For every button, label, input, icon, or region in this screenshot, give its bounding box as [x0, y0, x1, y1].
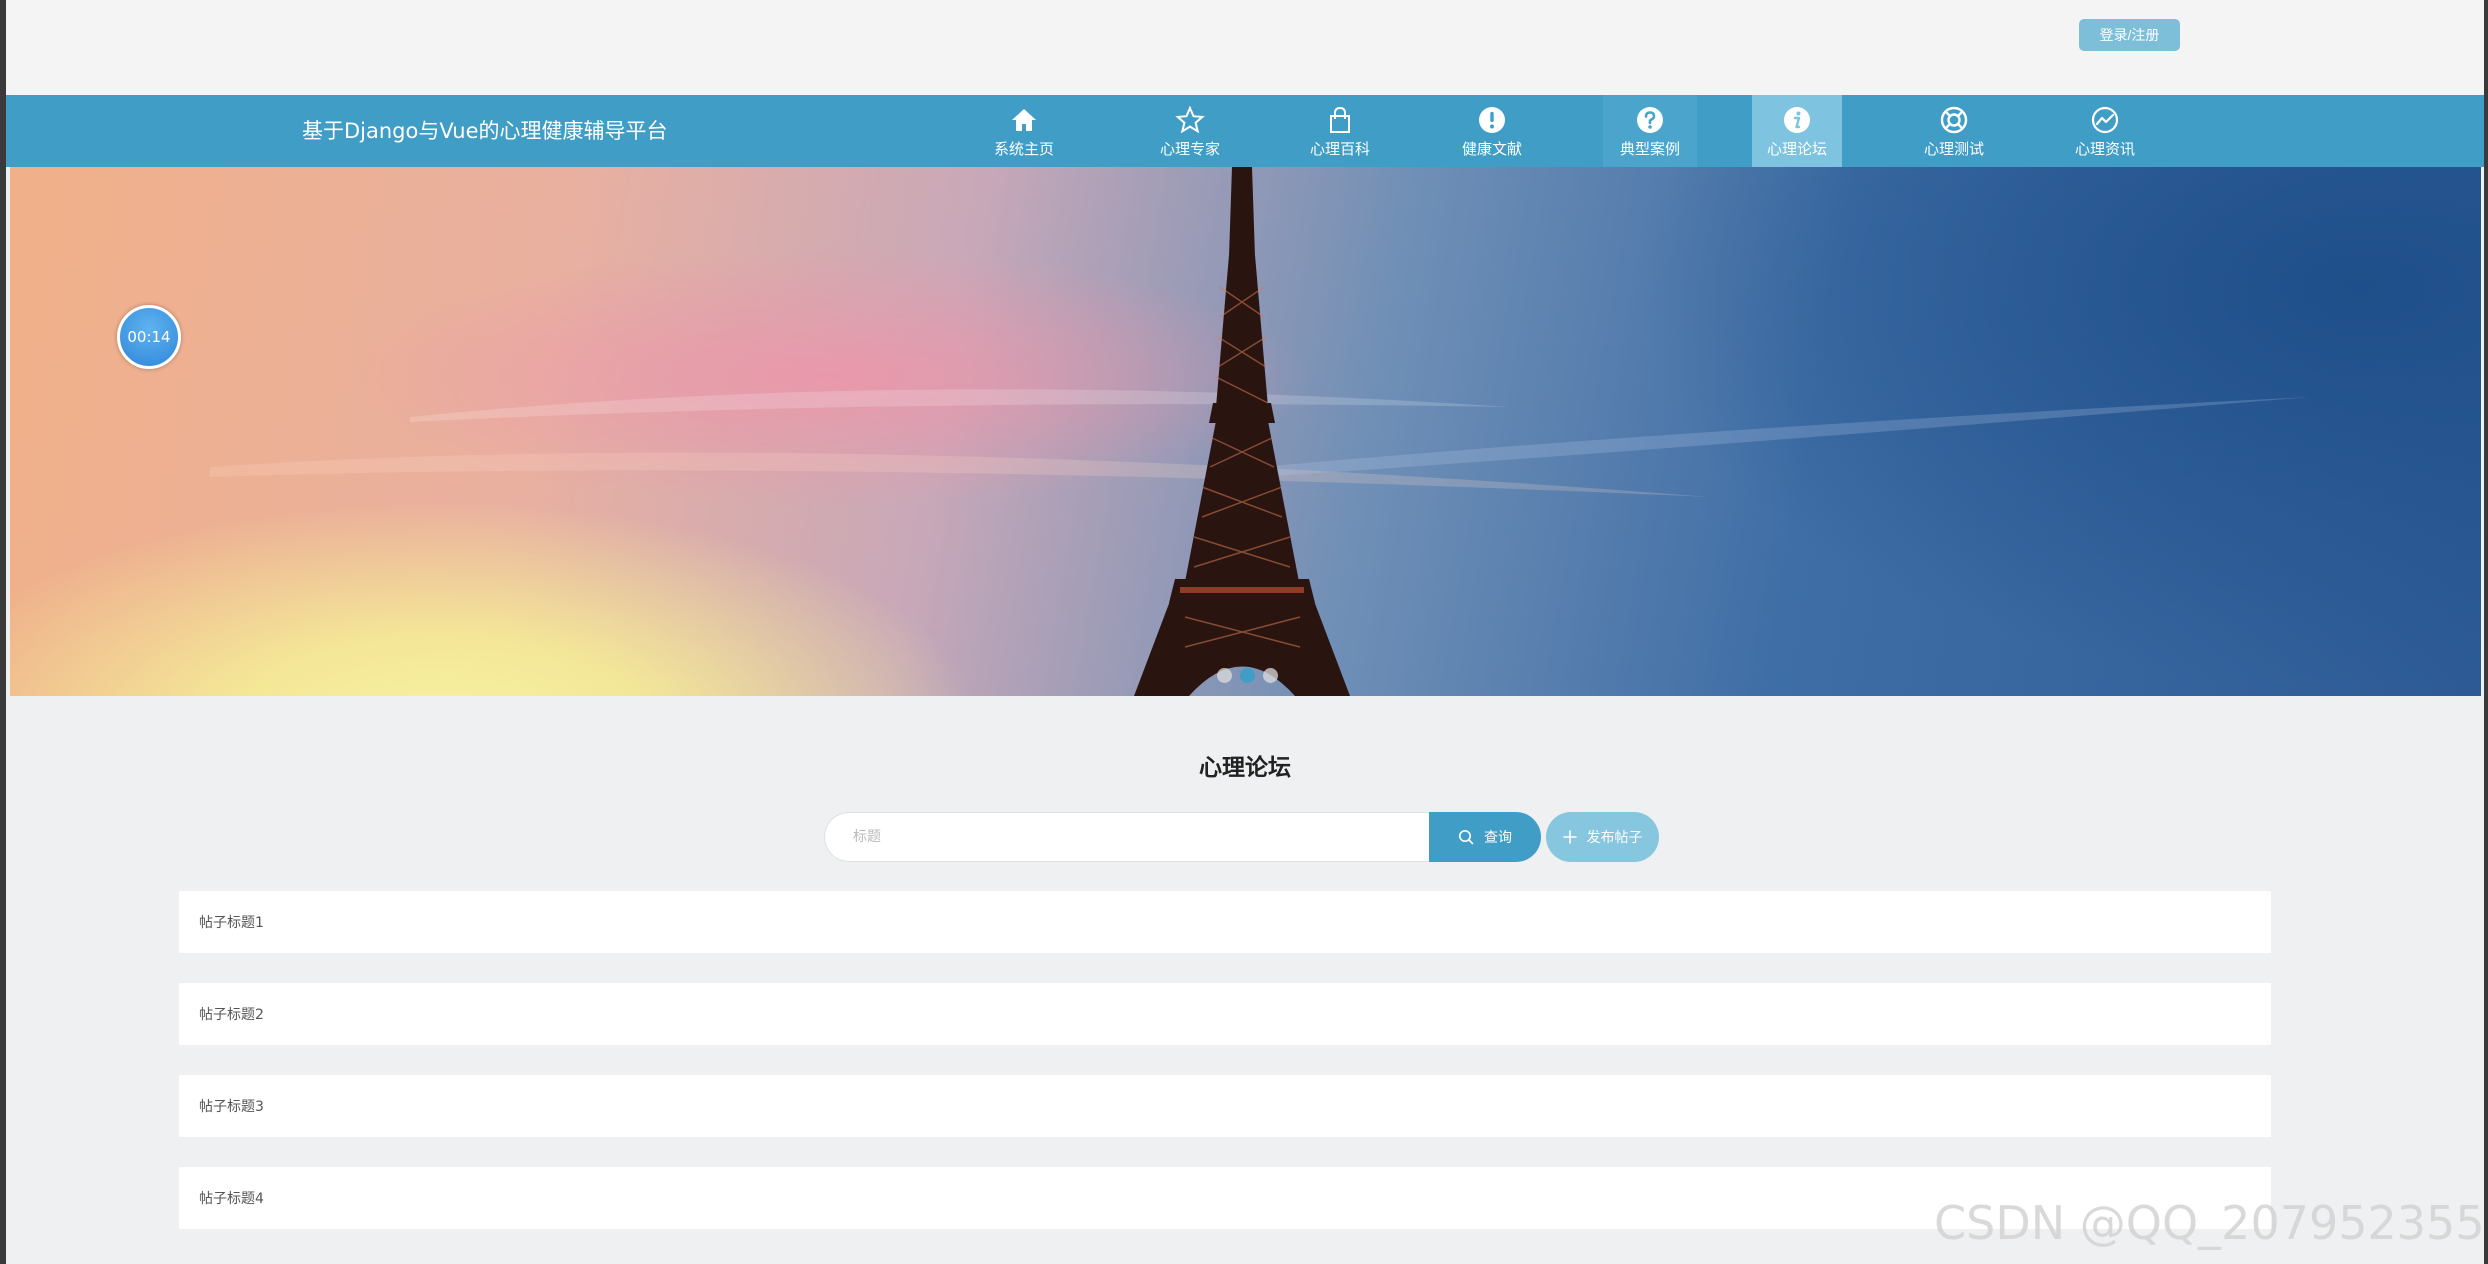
post-title: 帖子标题1 [199, 915, 264, 931]
search-bar: 查询 [824, 812, 1604, 862]
nav-item-literature[interactable]: 健康文献 [1444, 95, 1540, 167]
post-item[interactable]: 帖子标题1 [179, 891, 2271, 953]
nav-label: 心理测试 [1923, 140, 1984, 158]
nav-item-home[interactable]: 系统主页 [976, 95, 1072, 167]
shopping-bag-icon [1330, 106, 1350, 133]
nav-bar: 基于Django与Vue的心理健康辅导平台 系统主页 心理专家 心理百科 健康文… [6, 95, 2484, 167]
publish-post-button[interactable]: 发布帖子 [1546, 812, 1659, 862]
nav-label: 心理论坛 [1766, 140, 1827, 158]
search-button-label: 查询 [1484, 829, 1512, 845]
nav-label: 心理百科 [1309, 140, 1370, 158]
nav-item-encyclopedia[interactable]: 心理百科 [1292, 95, 1388, 167]
forum-title: 心理论坛 [1199, 755, 1291, 781]
carousel-dot[interactable] [1217, 668, 1232, 683]
post-item[interactable]: 帖子标题2 [179, 983, 2271, 1045]
nav-item-news[interactable]: 心理资讯 [2057, 95, 2153, 167]
info-icon [1784, 107, 1810, 133]
nav-label: 典型案例 [1619, 140, 1680, 158]
nav-label: 心理专家 [1159, 140, 1220, 158]
page: 登录/注册 基于Django与Vue的心理健康辅导平台 系统主页 心理专家 心理… [6, 0, 2484, 1264]
nav-label: 心理资讯 [2074, 140, 2135, 158]
search-button[interactable]: 查询 [1429, 812, 1541, 862]
nav-label: 健康文献 [1461, 140, 1522, 158]
nav-label: 系统主页 [993, 140, 1054, 158]
star-icon [1175, 105, 1205, 134]
exclamation-icon [1479, 107, 1505, 133]
nav-item-test[interactable]: 心理测试 [1906, 95, 2002, 167]
carousel-dot-active[interactable] [1240, 668, 1255, 683]
top-bar: 登录/注册 [6, 0, 2484, 95]
question-icon [1637, 107, 1663, 133]
plus-icon [1562, 830, 1577, 844]
post-title: 帖子标题3 [199, 1099, 264, 1115]
publish-post-label: 发布帖子 [1586, 829, 1643, 845]
post-title: 帖子标题4 [199, 1191, 264, 1207]
watermark: CSDN @QQ_2079523559 [1934, 1196, 2484, 1250]
nav-item-cases[interactable]: 典型案例 [1603, 95, 1697, 167]
timer-badge[interactable]: 00:14 [117, 305, 181, 369]
site-title: 基于Django与Vue的心理健康辅导平台 [302, 119, 668, 143]
search-input[interactable] [824, 812, 1447, 862]
lifebuoy-icon [1940, 106, 1968, 134]
home-icon [1012, 109, 1036, 131]
eiffel-tower-image [210, 167, 2310, 696]
banner-carousel[interactable] [10, 167, 2481, 696]
post-title: 帖子标题2 [199, 1007, 264, 1023]
post-item[interactable]: 帖子标题3 [179, 1075, 2271, 1137]
nav-item-experts[interactable]: 心理专家 [1142, 95, 1238, 167]
carousel-dot[interactable] [1263, 668, 1278, 683]
nav-item-forum[interactable]: 心理论坛 [1752, 95, 1842, 167]
login-register-button[interactable]: 登录/注册 [2079, 19, 2180, 51]
chart-circle-icon [2091, 106, 2119, 134]
search-icon [1459, 830, 1474, 845]
carousel-indicators [1217, 668, 1278, 683]
